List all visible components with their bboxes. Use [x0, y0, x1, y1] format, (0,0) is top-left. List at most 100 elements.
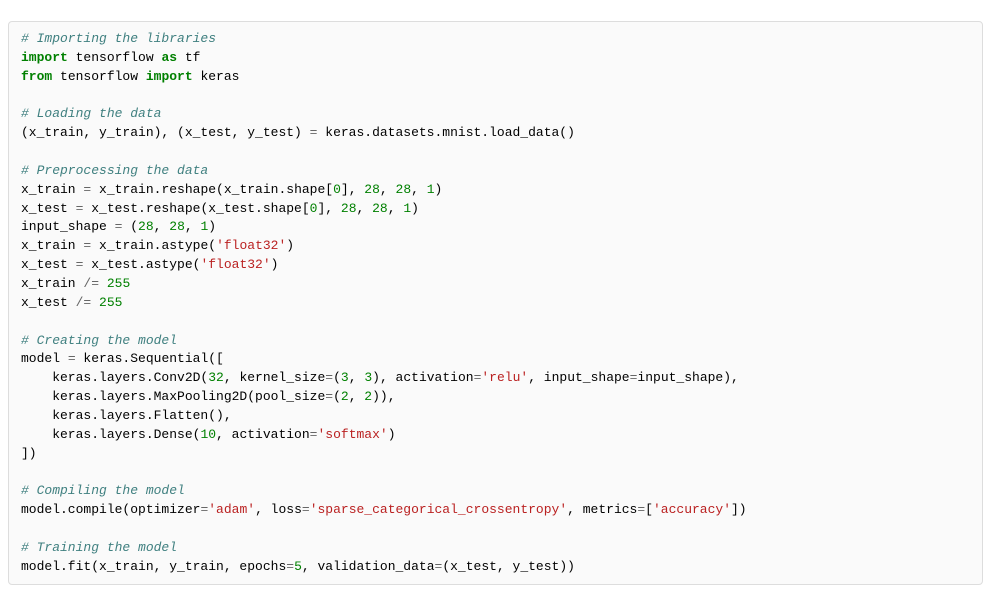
text: keras.layers.Flatten(), — [21, 408, 232, 423]
string: 'float32' — [200, 257, 270, 272]
number: 0 — [333, 182, 341, 197]
number: 28 — [138, 219, 154, 234]
text: ) — [271, 257, 279, 272]
code-block: # Importing the libraries import tensorfl… — [8, 21, 983, 585]
op: = — [637, 502, 645, 517]
code-line: from tensorflow import keras — [21, 68, 970, 87]
code-line — [21, 520, 970, 539]
text: (x_test, y_test)) — [442, 559, 575, 574]
string: 'adam' — [208, 502, 255, 517]
text: , — [349, 389, 365, 404]
text — [99, 276, 107, 291]
lhs: x_train — [21, 238, 83, 253]
code-line: model.compile(optimizer='adam', loss='sp… — [21, 501, 970, 520]
text: , activation — [216, 427, 310, 442]
comment: # Importing the libraries — [21, 31, 216, 46]
op: = — [435, 559, 443, 574]
text: model.fit(x_train, y_train, epochs — [21, 559, 286, 574]
text: x_test.reshape(x_test.shape[ — [83, 201, 309, 216]
text: ) — [388, 427, 396, 442]
code-line: keras.layers.Conv2D(32, kernel_size=(3, … — [21, 369, 970, 388]
code-line: # Preprocessing the data — [21, 162, 970, 181]
lhs: x_test — [21, 257, 76, 272]
text: keras.layers.Conv2D( — [21, 370, 208, 385]
text: ]) — [21, 446, 37, 461]
lhs: x_train — [21, 182, 83, 197]
text: ) — [435, 182, 443, 197]
text: keras.layers.Dense( — [21, 427, 200, 442]
text: keras.Sequential([ — [76, 351, 224, 366]
code-line: model = keras.Sequential([ — [21, 350, 970, 369]
op: = — [68, 351, 76, 366]
text: [ — [645, 502, 653, 517]
text: ]) — [731, 502, 747, 517]
text: , kernel_size — [224, 370, 325, 385]
rhs: keras.datasets.mnist.load_data() — [317, 125, 574, 140]
text: ( — [122, 219, 138, 234]
string: 'relu' — [481, 370, 528, 385]
keyword: as — [161, 50, 177, 65]
text: , — [349, 370, 365, 385]
number: 1 — [403, 201, 411, 216]
op: = — [325, 389, 333, 404]
lhs: x_train — [21, 276, 83, 291]
text: ) — [286, 238, 294, 253]
name: keras — [193, 69, 240, 84]
lhs: x_test — [21, 201, 76, 216]
number: 2 — [341, 389, 349, 404]
string: 'accuracy' — [653, 502, 731, 517]
number: 255 — [99, 295, 122, 310]
text: , activation — [380, 370, 474, 385]
keyword: import — [146, 69, 193, 84]
op: /= — [76, 295, 92, 310]
text: , validation_data — [302, 559, 435, 574]
keyword: from — [21, 69, 52, 84]
code-line — [21, 313, 970, 332]
text: x_train.astype( — [91, 238, 216, 253]
code-line: (x_train, y_train), (x_test, y_test) = k… — [21, 124, 970, 143]
comment: # Preprocessing the data — [21, 163, 208, 178]
comment: # Compiling the model — [21, 483, 185, 498]
number: 28 — [169, 219, 185, 234]
number: 28 — [364, 182, 380, 197]
text: , — [154, 219, 170, 234]
module: tensorflow — [68, 50, 162, 65]
text: ( — [333, 389, 341, 404]
code-line: keras.layers.MaxPooling2D(pool_size=(2, … — [21, 388, 970, 407]
code-line: # Training the model — [21, 539, 970, 558]
text: ], — [317, 201, 340, 216]
number: 5 — [294, 559, 302, 574]
code-line: model.fit(x_train, y_train, epochs = 5, va… — [21, 558, 970, 577]
number: 3 — [341, 370, 349, 385]
number: 1 — [427, 182, 435, 197]
text: input_shape), — [637, 370, 738, 385]
text: ) — [372, 370, 380, 385]
text: keras.layers.MaxPooling2D(pool_size — [21, 389, 325, 404]
comment: # Loading the data — [21, 106, 161, 121]
code-line: ]) — [21, 445, 970, 464]
code-line: x_train = x_train.reshape(x_train.shape[… — [21, 181, 970, 200]
code-line: # Loading the data — [21, 105, 970, 124]
code-line: # Importing the libraries — [21, 30, 970, 49]
code-line: x_train /= 255 — [21, 275, 970, 294]
number: 32 — [208, 370, 224, 385]
number: 28 — [372, 201, 388, 216]
string: 'float32' — [216, 238, 286, 253]
op: = — [302, 502, 310, 517]
number: 28 — [341, 201, 357, 216]
text: ) — [411, 201, 419, 216]
string: 'sparse_categorical_crossentropy' — [310, 502, 567, 517]
code-line — [21, 87, 970, 106]
module: tensorflow — [52, 69, 146, 84]
keyword: import — [21, 50, 68, 65]
text: , metrics — [567, 502, 637, 517]
text: )), — [372, 389, 395, 404]
code-line: x_train = x_train.astype('float32') — [21, 237, 970, 256]
text: x_train.reshape(x_train.shape[ — [91, 182, 333, 197]
comment: # Training the model — [21, 540, 177, 555]
lhs: input_shape — [21, 219, 115, 234]
number: 10 — [200, 427, 216, 442]
number: 255 — [107, 276, 130, 291]
lhs: (x_train, y_train), (x_test, y_test) — [21, 125, 310, 140]
code-line: keras.layers.Flatten(), — [21, 407, 970, 426]
